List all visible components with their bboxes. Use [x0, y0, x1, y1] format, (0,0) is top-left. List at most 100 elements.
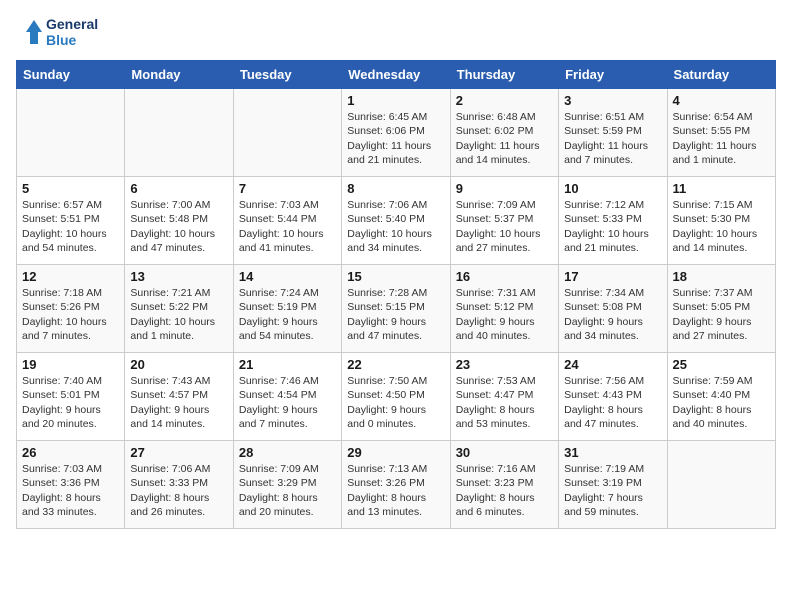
day-number: 12 [22, 269, 119, 284]
calendar-cell: 17Sunrise: 7:34 AM Sunset: 5:08 PM Dayli… [559, 265, 667, 353]
page-header: General Blue [16, 16, 776, 48]
day-number: 22 [347, 357, 444, 372]
day-info: Sunrise: 7:03 AM Sunset: 5:44 PM Dayligh… [239, 198, 336, 255]
day-info: Sunrise: 7:56 AM Sunset: 4:43 PM Dayligh… [564, 374, 661, 431]
day-info: Sunrise: 7:59 AM Sunset: 4:40 PM Dayligh… [673, 374, 770, 431]
day-info: Sunrise: 6:57 AM Sunset: 5:51 PM Dayligh… [22, 198, 119, 255]
calendar-week-row: 1 Sunrise: 6:45 AM Sunset: 6:06 PM Daylig… [17, 89, 776, 177]
calendar-cell: 11 Sunrise: 7:15 AM Sunset: 5:30 PM Dayli… [667, 177, 775, 265]
day-info: Sunrise: 7:00 AM Sunset: 5:48 PM Dayligh… [130, 198, 227, 255]
calendar-cell: 30 Sunrise: 7:16 AM Sunset: 3:23 PM Dayli… [450, 441, 558, 529]
day-info: Sunrise: 6:45 AM Sunset: 6:06 PM Dayligh… [347, 110, 444, 167]
day-info: Sunrise: 7:24 AM Sunset: 5:19 PM Dayligh… [239, 286, 336, 343]
weekday-header-monday: Monday [125, 61, 233, 89]
day-number: 17 [564, 269, 661, 284]
calendar-cell: 4Sunrise: 6:54 AM Sunset: 5:55 PM Daylig… [667, 89, 775, 177]
day-info: Sunrise: 7:13 AM Sunset: 3:26 PM Dayligh… [347, 462, 444, 519]
calendar-cell: 14 Sunrise: 7:24 AM Sunset: 5:19 PM Dayli… [233, 265, 341, 353]
day-number: 30 [456, 445, 553, 460]
calendar-cell: 25 Sunrise: 7:59 AM Sunset: 4:40 PM Dayli… [667, 353, 775, 441]
day-number: 28 [239, 445, 336, 460]
day-number: 5 [22, 181, 119, 196]
day-info: Sunrise: 7:06 AM Sunset: 3:33 PM Dayligh… [130, 462, 227, 519]
day-number: 23 [456, 357, 553, 372]
calendar-cell: 29 Sunrise: 7:13 AM Sunset: 3:26 PM Dayli… [342, 441, 450, 529]
day-info: Sunrise: 6:48 AM Sunset: 6:02 PM Dayligh… [456, 110, 553, 167]
day-number: 27 [130, 445, 227, 460]
calendar-cell: 31Sunrise: 7:19 AM Sunset: 3:19 PM Dayli… [559, 441, 667, 529]
calendar-cell: 16Sunrise: 7:31 AM Sunset: 5:12 PM Dayli… [450, 265, 558, 353]
day-info: Sunrise: 7:28 AM Sunset: 5:15 PM Dayligh… [347, 286, 444, 343]
day-number: 6 [130, 181, 227, 196]
day-info: Sunrise: 7:09 AM Sunset: 5:37 PM Dayligh… [456, 198, 553, 255]
calendar-week-row: 26 Sunrise: 7:03 AM Sunset: 3:36 PM Dayli… [17, 441, 776, 529]
day-info: Sunrise: 7:43 AM Sunset: 4:57 PM Dayligh… [130, 374, 227, 431]
day-info: Sunrise: 7:03 AM Sunset: 3:36 PM Dayligh… [22, 462, 119, 519]
calendar-cell: 18 Sunrise: 7:37 AM Sunset: 5:05 PM Dayli… [667, 265, 775, 353]
calendar-week-row: 5 Sunrise: 6:57 AM Sunset: 5:51 PM Daylig… [17, 177, 776, 265]
day-number: 9 [456, 181, 553, 196]
weekday-header-tuesday: Tuesday [233, 61, 341, 89]
calendar-week-row: 12 Sunrise: 7:18 AM Sunset: 5:26 PM Dayli… [17, 265, 776, 353]
calendar-cell: 27 Sunrise: 7:06 AM Sunset: 3:33 PM Dayli… [125, 441, 233, 529]
day-number: 13 [130, 269, 227, 284]
calendar-cell: 9 Sunrise: 7:09 AM Sunset: 5:37 PM Daylig… [450, 177, 558, 265]
calendar-cell: 13 Sunrise: 7:21 AM Sunset: 5:22 PM Dayli… [125, 265, 233, 353]
day-number: 26 [22, 445, 119, 460]
calendar-cell [17, 89, 125, 177]
day-number: 19 [22, 357, 119, 372]
calendar-table: SundayMondayTuesdayWednesdayThursdayFrid… [16, 60, 776, 529]
calendar-cell: 3 Sunrise: 6:51 AM Sunset: 5:59 PM Daylig… [559, 89, 667, 177]
calendar-cell: 1 Sunrise: 6:45 AM Sunset: 6:06 PM Daylig… [342, 89, 450, 177]
day-number: 8 [347, 181, 444, 196]
day-number: 25 [673, 357, 770, 372]
calendar-cell [667, 441, 775, 529]
day-info: Sunrise: 7:21 AM Sunset: 5:22 PM Dayligh… [130, 286, 227, 343]
day-info: Sunrise: 7:12 AM Sunset: 5:33 PM Dayligh… [564, 198, 661, 255]
day-info: Sunrise: 7:19 AM Sunset: 3:19 PM Dayligh… [564, 462, 661, 519]
calendar-cell: 23 Sunrise: 7:53 AM Sunset: 4:47 PM Dayli… [450, 353, 558, 441]
day-number: 29 [347, 445, 444, 460]
weekday-header-sunday: Sunday [17, 61, 125, 89]
day-number: 14 [239, 269, 336, 284]
day-info: Sunrise: 7:16 AM Sunset: 3:23 PM Dayligh… [456, 462, 553, 519]
calendar-cell: 24 Sunrise: 7:56 AM Sunset: 4:43 PM Dayli… [559, 353, 667, 441]
calendar-cell: 2 Sunrise: 6:48 AM Sunset: 6:02 PM Daylig… [450, 89, 558, 177]
day-info: Sunrise: 6:51 AM Sunset: 5:59 PM Dayligh… [564, 110, 661, 167]
calendar-cell [125, 89, 233, 177]
day-number: 20 [130, 357, 227, 372]
day-number: 7 [239, 181, 336, 196]
calendar-cell: 8 Sunrise: 7:06 AM Sunset: 5:40 PM Daylig… [342, 177, 450, 265]
calendar-cell: 19 Sunrise: 7:40 AM Sunset: 5:01 PM Dayli… [17, 353, 125, 441]
calendar-cell: 6 Sunrise: 7:00 AM Sunset: 5:48 PM Daylig… [125, 177, 233, 265]
day-info: Sunrise: 7:06 AM Sunset: 5:40 PM Dayligh… [347, 198, 444, 255]
day-number: 10 [564, 181, 661, 196]
day-info: Sunrise: 7:15 AM Sunset: 5:30 PM Dayligh… [673, 198, 770, 255]
weekday-header-wednesday: Wednesday [342, 61, 450, 89]
weekday-header-thursday: Thursday [450, 61, 558, 89]
day-info: Sunrise: 7:46 AM Sunset: 4:54 PM Dayligh… [239, 374, 336, 431]
logo-text-general: General [46, 16, 98, 32]
calendar-cell: 15 Sunrise: 7:28 AM Sunset: 5:15 PM Dayli… [342, 265, 450, 353]
day-number: 18 [673, 269, 770, 284]
weekday-header-saturday: Saturday [667, 61, 775, 89]
weekday-header-friday: Friday [559, 61, 667, 89]
day-number: 2 [456, 93, 553, 108]
day-info: Sunrise: 6:54 AM Sunset: 5:55 PM Dayligh… [673, 110, 770, 167]
calendar-cell: 20 Sunrise: 7:43 AM Sunset: 4:57 PM Dayli… [125, 353, 233, 441]
day-number: 24 [564, 357, 661, 372]
calendar-cell: 12 Sunrise: 7:18 AM Sunset: 5:26 PM Dayli… [17, 265, 125, 353]
day-info: Sunrise: 7:40 AM Sunset: 5:01 PM Dayligh… [22, 374, 119, 431]
calendar-cell: 22Sunrise: 7:50 AM Sunset: 4:50 PM Dayli… [342, 353, 450, 441]
day-info: Sunrise: 7:37 AM Sunset: 5:05 PM Dayligh… [673, 286, 770, 343]
calendar-cell [233, 89, 341, 177]
day-number: 21 [239, 357, 336, 372]
day-number: 11 [673, 181, 770, 196]
day-number: 1 [347, 93, 444, 108]
day-number: 15 [347, 269, 444, 284]
day-number: 3 [564, 93, 661, 108]
day-info: Sunrise: 7:53 AM Sunset: 4:47 PM Dayligh… [456, 374, 553, 431]
calendar-cell: 7 Sunrise: 7:03 AM Sunset: 5:44 PM Daylig… [233, 177, 341, 265]
calendar-cell: 5 Sunrise: 6:57 AM Sunset: 5:51 PM Daylig… [17, 177, 125, 265]
day-info: Sunrise: 7:18 AM Sunset: 5:26 PM Dayligh… [22, 286, 119, 343]
